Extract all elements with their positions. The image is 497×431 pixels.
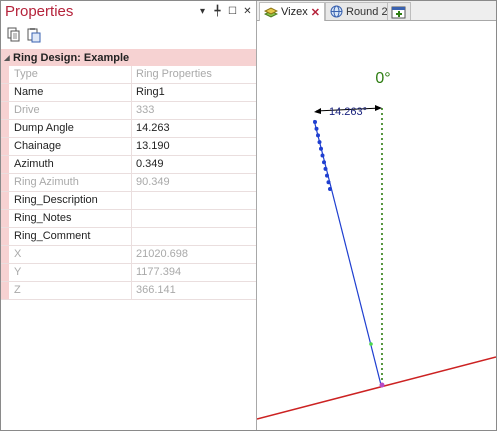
charge-marker	[328, 187, 332, 191]
properties-panel: Properties ▾ ╇ ☐ ✕ ◢ Ring Design: Exampl…	[1, 1, 257, 430]
property-row[interactable]: X 21020.698	[1, 246, 256, 264]
property-value[interactable]: Ring1	[132, 84, 256, 101]
pin-icon[interactable]: ╇	[211, 4, 224, 18]
close-icon[interactable]: ✕	[241, 4, 254, 18]
property-value[interactable]	[132, 210, 256, 227]
dump-angle-label: 14.263°	[329, 106, 367, 118]
property-row[interactable]: Azimuth 0.349	[1, 156, 256, 174]
charge-marker	[314, 126, 319, 131]
property-value: 90.349	[136, 176, 170, 188]
charge-marker	[325, 173, 329, 178]
group-label: Ring Design: Example	[13, 51, 130, 64]
property-row[interactable]: Ring Azimuth 90.349	[1, 174, 256, 192]
vertical-angle-label: 0°	[375, 70, 390, 87]
tab-vizex[interactable]: Vizex ✕	[259, 2, 325, 21]
property-name: X	[9, 246, 132, 263]
tab-vizex-label: Vizex	[281, 6, 308, 18]
property-row[interactable]: Ring_Description	[1, 192, 256, 210]
stemming-marker	[369, 342, 373, 346]
row-gutter	[1, 264, 9, 281]
row-gutter	[1, 66, 9, 83]
property-row[interactable]: Chainage 13.190	[1, 138, 256, 156]
row-gutter	[1, 138, 9, 155]
property-value: Ring Properties	[136, 68, 212, 80]
row-gutter	[1, 84, 9, 101]
charge-marker	[323, 166, 328, 171]
property-value[interactable]: 14.263	[132, 120, 256, 137]
property-row[interactable]: Ring_Comment	[1, 228, 256, 246]
vizex-view-pane: Vizex ✕ Round 2 0° 14.263°	[256, 1, 496, 430]
collar-point	[379, 382, 385, 388]
property-row[interactable]: Ring_Notes	[1, 210, 256, 228]
panel-title-bar: Properties ▾ ╇ ☐ ✕	[1, 1, 256, 23]
property-value: 1177.394	[136, 266, 182, 278]
property-name: Ring_Description	[9, 192, 132, 209]
layers-icon	[264, 7, 278, 18]
paste-icon[interactable]	[26, 27, 42, 43]
property-value[interactable]: 0.349	[132, 156, 256, 173]
row-gutter	[1, 282, 9, 299]
copy-icon[interactable]	[6, 27, 22, 43]
property-name: Chainage	[9, 138, 132, 155]
property-row[interactable]: Dump Angle 14.263	[1, 120, 256, 138]
property-row[interactable]: Y 1177.394	[1, 264, 256, 282]
property-grid: ◢ Ring Design: Example Type Ring Properti…	[1, 49, 256, 300]
charge-marker	[322, 160, 326, 165]
charge-marker	[313, 120, 317, 124]
vizex-canvas[interactable]: 0° 14.263°	[256, 21, 496, 430]
group-header[interactable]: ◢ Ring Design: Example	[1, 49, 256, 66]
collapse-triangle-icon[interactable]: ◢	[1, 54, 13, 62]
row-gutter	[1, 192, 9, 209]
row-gutter	[1, 228, 9, 245]
property-value: 333	[136, 104, 155, 116]
application-frame: Properties ▾ ╇ ☐ ✕ ◢ Ring Design: Exampl…	[0, 0, 497, 431]
property-value[interactable]	[132, 228, 256, 245]
property-row[interactable]: Type Ring Properties	[1, 66, 256, 84]
tab-round-2-label: Round 2	[346, 5, 388, 18]
panel-title: Properties	[5, 3, 74, 20]
maximize-icon[interactable]: ☐	[226, 4, 239, 18]
dropdown-icon[interactable]: ▾	[196, 4, 209, 18]
new-tab-button[interactable]	[387, 2, 411, 20]
property-name: Dump Angle	[9, 120, 132, 137]
charge-marker	[316, 133, 320, 138]
document-tabs: Vizex ✕ Round 2	[257, 1, 496, 21]
row-gutter	[1, 174, 9, 191]
tab-round-2[interactable]: Round 2	[325, 2, 393, 20]
property-name: Ring_Notes	[9, 210, 132, 227]
row-gutter	[1, 102, 9, 119]
row-gutter	[1, 120, 9, 137]
property-value: 21020.698	[136, 248, 188, 260]
property-row[interactable]: Drive 333	[1, 102, 256, 120]
property-name: Type	[9, 66, 132, 83]
charge-marker	[320, 153, 325, 158]
property-name: Ring_Comment	[9, 228, 132, 245]
charge-marker	[326, 180, 331, 185]
charge-marker	[317, 140, 322, 145]
angle-arrowhead-left	[314, 108, 321, 114]
property-value: 366.141	[136, 284, 176, 296]
property-name: Ring Azimuth	[9, 174, 132, 191]
property-row[interactable]: Z 366.141	[1, 282, 256, 300]
property-row[interactable]: Name Ring1	[1, 84, 256, 102]
row-gutter	[1, 210, 9, 227]
row-gutter	[1, 246, 9, 263]
globe-icon	[330, 5, 343, 18]
property-name: Drive	[9, 102, 132, 119]
property-name: Z	[9, 282, 132, 299]
new-tab-icon	[391, 6, 406, 18]
property-name: Name	[9, 84, 132, 101]
charge-marker	[319, 146, 323, 151]
property-value[interactable]: 13.190	[132, 138, 256, 155]
property-name: Y	[9, 264, 132, 281]
row-gutter	[1, 156, 9, 173]
property-value[interactable]	[132, 192, 256, 209]
properties-toolbar	[1, 24, 256, 46]
property-name: Azimuth	[9, 156, 132, 173]
tab-close-icon[interactable]: ✕	[311, 6, 320, 19]
angle-arrowhead-right	[375, 105, 382, 111]
